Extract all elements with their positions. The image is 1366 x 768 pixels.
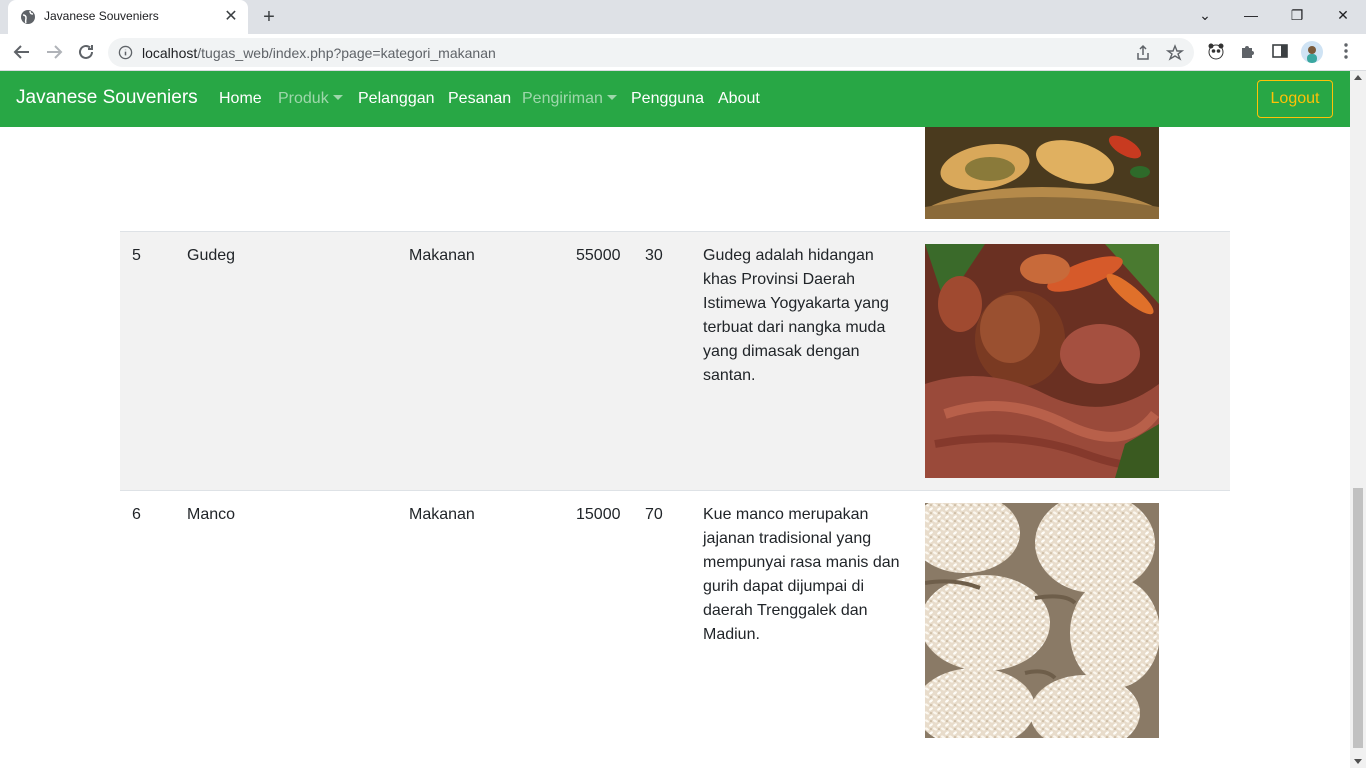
table-row: 6 Manco Makanan 15000 70 Kue manco merup… — [120, 490, 1230, 768]
minimize-icon[interactable]: — — [1228, 0, 1274, 30]
bookmark-star-icon[interactable] — [1166, 44, 1184, 62]
reload-icon[interactable] — [74, 40, 98, 64]
browser-tab[interactable]: Javanese Souveniers ✕ — [8, 0, 248, 34]
cell-price: 55000 — [576, 247, 621, 264]
cell-stock: 70 — [645, 506, 663, 523]
page-viewport: Javanese Souveniers Home Produk Pelangga… — [0, 71, 1350, 768]
cell-no: 6 — [132, 506, 141, 523]
cell-stock: 30 — [645, 247, 663, 264]
caret-down-icon — [332, 95, 343, 100]
nav-pesanan[interactable]: Pesanan — [448, 90, 511, 108]
scroll-down-icon[interactable] — [1354, 759, 1362, 764]
browser-tab-strip: Javanese Souveniers ✕ + ⌄ — ❐ ✕ — [0, 0, 1366, 34]
logout-button[interactable]: Logout — [1257, 80, 1333, 118]
side-panel-icon[interactable] — [1270, 41, 1290, 61]
nav-home[interactable]: Home — [219, 90, 262, 108]
cell-name: Manco — [187, 506, 236, 523]
back-icon[interactable] — [10, 40, 34, 64]
menu-kebab-icon[interactable] — [1336, 41, 1356, 61]
cell-description: Gudeg adalah hidangan khas Provinsi Daer… — [703, 247, 889, 384]
cell-name: Gudeg — [187, 247, 236, 264]
main-navbar: Javanese Souveniers Home Produk Pelangga… — [0, 71, 1350, 127]
caret-down-icon — [606, 95, 617, 100]
browser-toolbar: localhost/tugas_web/index.php?page=kateg… — [0, 34, 1366, 71]
close-tab-icon[interactable]: ✕ — [222, 8, 240, 26]
tab-search-icon[interactable]: ⌄ — [1182, 0, 1228, 30]
navbar-brand[interactable]: Javanese Souveniers — [16, 87, 198, 109]
extensions-puzzle-icon[interactable] — [1238, 41, 1258, 61]
nav-pengiriman-dropdown[interactable]: Pengiriman — [522, 90, 617, 108]
close-window-icon[interactable]: ✕ — [1320, 0, 1366, 30]
nav-pengguna[interactable]: Pengguna — [631, 90, 704, 108]
vertical-scrollbar[interactable] — [1350, 71, 1366, 768]
cell-no: 5 — [132, 247, 141, 264]
cell-price: 15000 — [576, 506, 621, 523]
new-tab-icon[interactable]: + — [258, 6, 280, 28]
address-bar[interactable]: localhost/tugas_web/index.php?page=kateg… — [108, 38, 1194, 67]
cell-category: Makanan — [409, 247, 475, 264]
nav-pelanggan[interactable]: Pelanggan — [358, 90, 435, 108]
restore-icon[interactable]: ❐ — [1274, 0, 1320, 30]
cell-category: Makanan — [409, 506, 475, 523]
forward-icon[interactable] — [42, 40, 66, 64]
profile-avatar[interactable] — [1301, 41, 1323, 63]
previous-row-photo — [925, 127, 1159, 219]
cell-description: Kue manco merupakan jajanan tradisional … — [703, 506, 900, 643]
info-icon[interactable] — [118, 45, 133, 60]
tab-title: Javanese Souveniers — [44, 9, 159, 23]
share-icon[interactable] — [1134, 44, 1152, 62]
manco-photo — [925, 503, 1159, 738]
nav-produk-dropdown[interactable]: Produk — [278, 90, 343, 108]
globe-icon — [21, 10, 35, 24]
nav-about[interactable]: About — [718, 90, 760, 108]
table-row: 5 Gudeg Makanan 55000 30 Gudeg adalah hi… — [120, 231, 1230, 490]
gudeg-photo — [925, 244, 1159, 478]
scrollbar-thumb[interactable] — [1353, 488, 1363, 748]
url-text: localhost/tugas_web/index.php?page=kateg… — [142, 45, 496, 61]
panda-extension-icon[interactable] — [1206, 41, 1226, 61]
scroll-up-icon[interactable] — [1354, 75, 1362, 80]
